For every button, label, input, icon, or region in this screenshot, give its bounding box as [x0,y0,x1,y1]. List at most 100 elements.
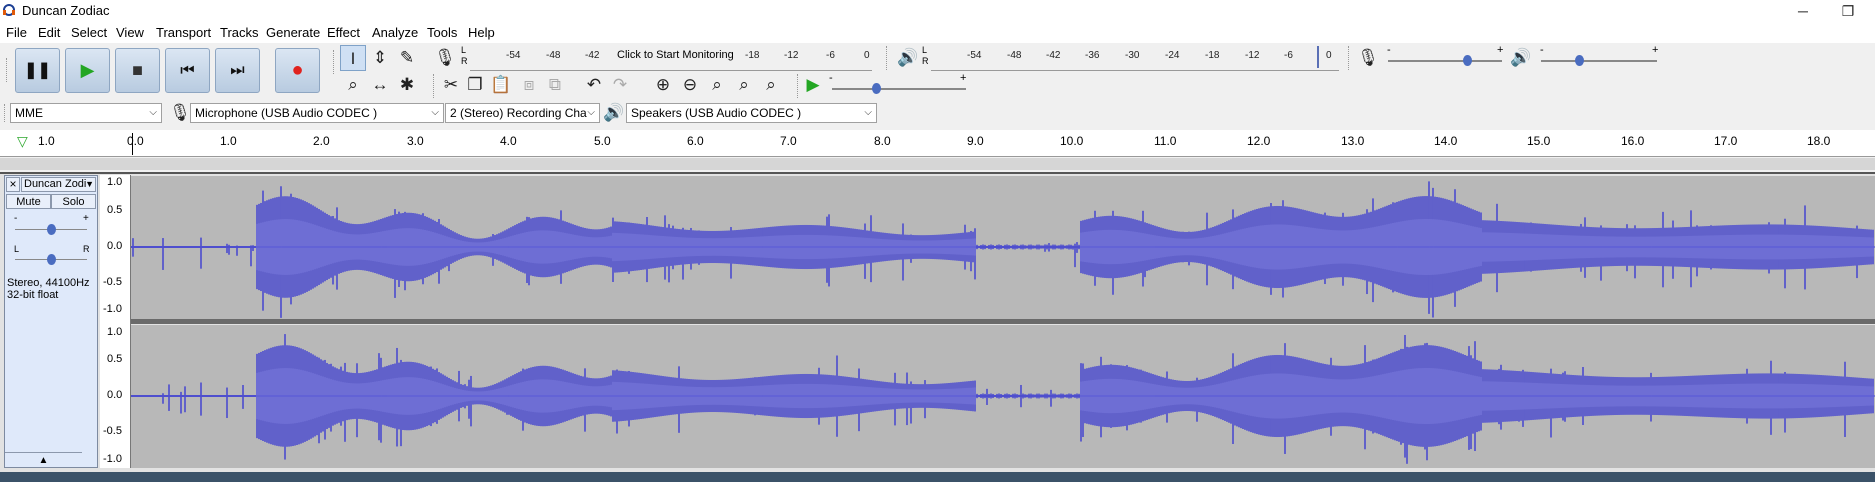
play-scale-label: -54 [967,50,982,61]
minimize-button[interactable]: ─ [1783,0,1823,22]
skip-to-start-button[interactable]: ⏮ [165,48,210,93]
playback-volume-thumb[interactable] [1575,55,1584,66]
start-monitoring-label[interactable]: Click to Start Monitoring [617,49,734,61]
output-speaker-icon: 🔊 [603,103,625,122]
menu-file[interactable]: File [6,25,27,40]
menu-effect[interactable]: Effect [327,25,360,40]
waveform-right-channel[interactable] [130,325,1875,468]
fit-selection-icon[interactable]: ⌕ [704,72,730,98]
microphone-icon[interactable]: 🎙 [432,45,458,71]
device-grip[interactable] [4,104,9,122]
skip-start-icon: ⏮ [180,62,195,79]
meter-grip[interactable] [886,46,891,70]
menu-analyze[interactable]: Analyze [372,25,418,40]
amp-label: 0.5 [107,204,123,216]
paste-icon[interactable]: 📋 [488,72,514,98]
speed-minus: - [829,72,833,84]
recording-channels-select[interactable]: 2 (Stereo) Recording Cha ⌵ [445,103,600,123]
track-format-rate: Stereo, 44100Hz [7,277,90,289]
play-head-triangle-icon[interactable]: ▽ [17,133,28,150]
menu-generate[interactable]: Generate [266,25,320,40]
amp-label: 0.0 [107,389,123,401]
play-scale-label: -48 [1007,50,1022,61]
rec-scale-label: -42 [585,50,600,61]
gain-minus: - [14,213,18,224]
play-speed-thumb[interactable] [872,83,881,94]
ruler-zero-marker [132,133,133,155]
skip-end-icon: ⏭ [230,62,245,79]
track-close-button[interactable]: × [6,177,20,192]
play-speed-slider[interactable] [832,88,966,90]
audio-host-select[interactable]: MME ⌵ [10,103,162,123]
play-at-speed-icon[interactable]: ▶ [800,72,826,98]
toolbar-grip[interactable] [6,58,11,82]
envelope-tool-icon[interactable]: ⇕ [367,45,393,71]
menu-transport[interactable]: Transport [156,25,211,40]
mixer-grip[interactable] [1348,46,1353,70]
waveform-left-channel[interactable] [130,176,1875,319]
window-title: Duncan Zodiac [22,3,110,18]
draw-tool-icon[interactable]: ✎ [394,45,420,71]
menu-tools[interactable]: Tools [427,25,457,40]
redo-icon[interactable]: ↷ [607,72,633,98]
restore-button[interactable]: ❐ [1828,0,1868,22]
play-vol-minus: - [1540,44,1544,56]
pan-slider-thumb[interactable] [47,254,56,265]
menu-help[interactable]: Help [468,25,495,40]
copy-icon[interactable]: ❐ [462,72,488,98]
stop-button[interactable]: ■ [115,48,160,93]
silence-icon[interactable]: ⧉ [542,72,568,98]
track-format-bits: 32-bit float [7,289,59,301]
undo-icon[interactable]: ↶ [581,72,607,98]
collapse-track-button[interactable]: ▲ [5,452,82,468]
gain-slider-thumb[interactable] [47,224,56,235]
time-shift-tool-icon[interactable]: ↔ [367,72,393,98]
timeline-ruler[interactable] [0,130,1875,157]
play-scale-label: 0 [1326,50,1332,61]
menu-view[interactable]: View [116,25,144,40]
cut-icon[interactable]: ✂ [438,72,464,98]
amp-label: 1.0 [107,176,123,188]
recording-channels-value: 2 (Stereo) Recording Cha [450,106,587,120]
channel-divider[interactable] [131,319,1875,324]
play-vol-plus: + [1652,44,1659,56]
menu-select[interactable]: Select [71,25,107,40]
play-button[interactable]: ▶ [65,48,110,93]
fit-project-icon[interactable]: ⌕ [731,72,757,98]
trim-icon[interactable]: ⧈ [516,72,542,98]
mute-button[interactable]: Mute [6,194,51,209]
chevron-down-icon: ⌵ [149,107,157,118]
zoom-out-icon[interactable]: ⊖ [677,72,703,98]
ruler-label: 7.0 [780,134,797,148]
selection-tool-icon[interactable]: I [340,45,366,71]
solo-button[interactable]: Solo [51,194,96,209]
tools-grip[interactable] [333,50,338,74]
zoom-toggle-icon[interactable]: ⌕ [758,72,784,98]
zoom-in-icon[interactable]: ⊕ [650,72,676,98]
recording-volume-slider[interactable] [1388,60,1502,62]
recording-volume-thumb[interactable] [1463,55,1472,66]
menu-tracks[interactable]: Tracks [220,25,259,40]
ruler-label: 11.0 [1154,134,1177,148]
rec-scale-label: -6 [826,50,835,61]
playback-volume-icon: 🔊 [1510,48,1532,67]
ruler-label: 14.0 [1434,134,1458,148]
ruler-label: 10.0 [1060,134,1084,148]
recording-device-select[interactable]: Microphone (USB Audio CODEC ) ⌵ [190,103,444,123]
menu-edit[interactable]: Edit [38,25,60,40]
track-name-menu[interactable]: Duncan Zodi ▼ [21,177,96,192]
record-button[interactable]: ● [275,48,320,93]
skip-to-end-button[interactable]: ⏭ [215,48,260,93]
playback-device-select[interactable]: Speakers (USB Audio CODEC ) ⌵ [626,103,877,123]
ruler-label: 13.0 [1341,134,1365,148]
status-strip [0,472,1875,482]
speaker-icon[interactable]: 🔊 [895,45,921,71]
playback-volume-slider[interactable] [1541,60,1657,62]
ruler-band [0,158,1875,170]
pause-button[interactable]: ❚❚ [15,48,60,93]
ruler-label: 1.0 [38,134,55,148]
multi-tool-icon[interactable]: ✱ [394,72,420,98]
amp-label: 1.0 [107,326,123,338]
ruler-label: 17.0 [1714,134,1738,148]
zoom-tool-icon[interactable]: ⌕ [340,72,366,98]
